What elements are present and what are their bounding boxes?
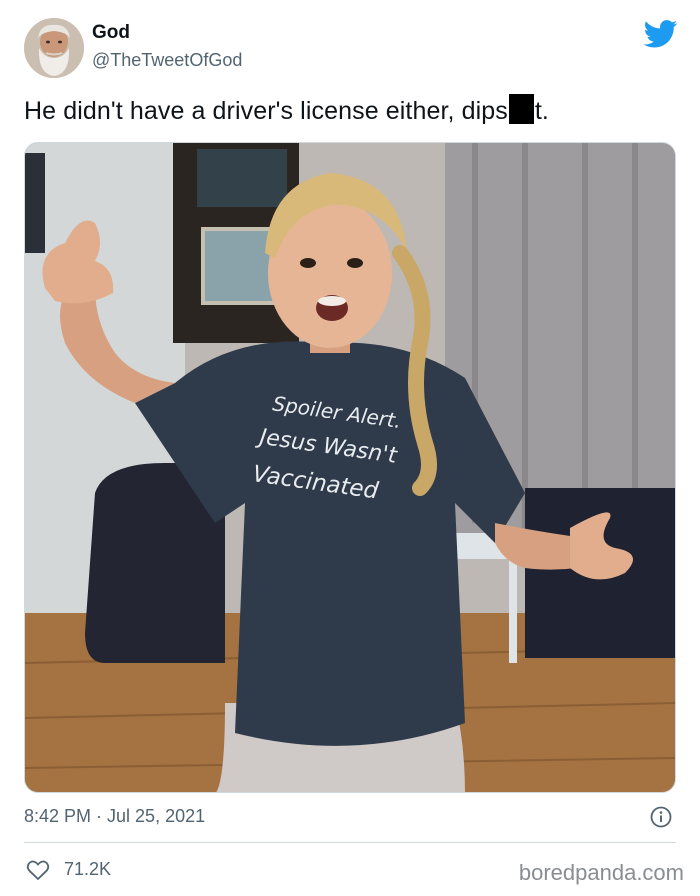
watermark: boredpanda.com: [518, 860, 684, 885]
tweet-text-after: t.: [534, 97, 549, 125]
bearded-old-man-avatar-icon: [24, 18, 84, 78]
tweet-text-before: He didn't have a driver's license either…: [24, 97, 508, 125]
tweet-photo[interactable]: Spoiler Alert. Jesus Wasn't Vaccinated: [24, 142, 676, 793]
twitter-bird-icon[interactable]: [644, 20, 678, 48]
wall-frame: [25, 153, 45, 253]
author-name[interactable]: God: [92, 22, 130, 44]
tweet-text: He didn't have a driver's license either…: [24, 94, 549, 126]
redaction-box: [508, 94, 534, 124]
tweet-timestamp[interactable]: 8:42 PM · Jul 25, 2021: [24, 806, 205, 827]
info-icon[interactable]: [650, 806, 672, 828]
author-handle[interactable]: @TheTweetOfGod: [92, 50, 242, 71]
heart-icon[interactable]: [26, 859, 50, 881]
framed-poster: [197, 149, 287, 207]
divider: [24, 842, 676, 843]
like-count[interactable]: 71.2K: [64, 859, 111, 880]
avatar[interactable]: [24, 18, 84, 78]
